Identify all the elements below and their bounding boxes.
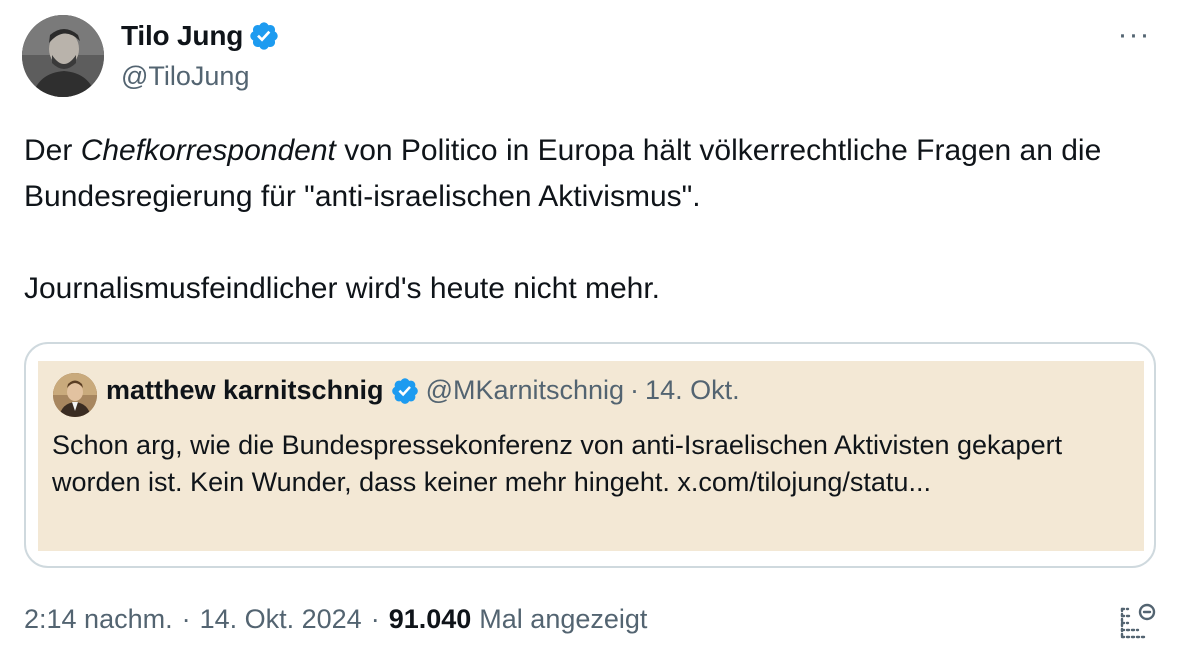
author-info: Tilo Jung @TiloJung [121,17,280,92]
quote-separator: · [630,375,640,405]
quote-author-handle: @MKarnitschnig [425,375,625,405]
quoted-tweet-highlight: matthew karnitschnig @MKarnitschnig · 14… [38,361,1144,551]
tweet-card: Tilo Jung @TiloJung ··· Der Chefkorrespo… [0,0,1198,652]
tweet-paragraph-1: Der Chefkorrespondent von Politico in Eu… [24,128,1174,220]
views-label: Mal angezeigt [479,604,648,634]
verified-badge-icon [391,377,418,404]
tweet-paragraph-2: Journalismusfeindlicher wird's heute nic… [24,272,661,305]
quoted-tweet[interactable]: matthew karnitschnig @MKarnitschnig · 14… [24,342,1156,568]
author-avatar[interactable] [22,15,104,97]
tweet-date[interactable]: 14. Okt. 2024 [200,604,362,635]
tweet-text-italic: Chefkorrespondent [80,134,336,167]
tweet-time[interactable]: 2:14 nachm. [24,604,173,635]
tweet-text: Der Chefkorrespondent von Politico in Eu… [24,128,1174,312]
quote-date: 14. Okt. [645,375,740,405]
quote-author-name: matthew karnitschnig [106,375,384,405]
quote-author-avatar [53,373,97,417]
meta-separator: · [181,604,191,634]
verified-badge-icon[interactable] [248,20,280,52]
author-handle[interactable]: @TiloJung [121,61,280,92]
post-analytics-icon[interactable] [1118,602,1158,640]
tweet-metadata: 2:14 nachm. · 14. Okt. 2024 · 91.040 Mal… [24,604,647,635]
more-options-icon[interactable]: ··· [1114,20,1154,50]
quote-header: matthew karnitschnig @MKarnitschnig · 14… [106,375,740,406]
person-photo-icon [53,373,97,417]
author-display-name[interactable]: Tilo Jung [121,20,243,52]
tweet-text-segment: Der [24,134,81,167]
quote-text: Schon arg, wie die Bundespressekonferenz… [52,430,1063,497]
views-count: 91.040 [388,604,472,634]
meta-separator: · [370,604,380,634]
person-photo-icon [22,15,104,97]
